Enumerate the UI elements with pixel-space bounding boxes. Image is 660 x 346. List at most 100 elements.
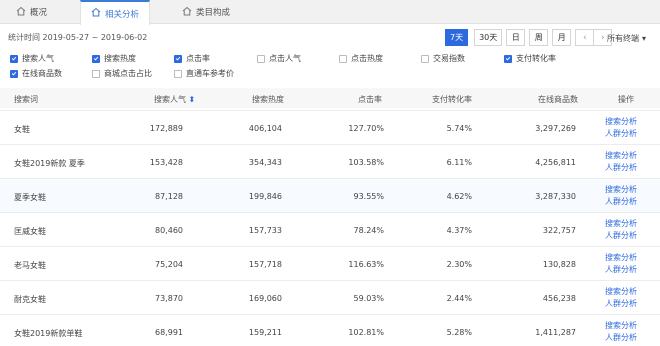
column-header-conversion[interactable]: 支付转化率 bbox=[432, 94, 472, 105]
column-header-ctr[interactable]: 点击率 bbox=[358, 94, 382, 105]
table-row: 匡威女鞋 80,460 157,733 78.24% 4.37% 322,757… bbox=[0, 212, 660, 246]
checkbox-icon[interactable] bbox=[174, 69, 182, 78]
sort-icon: ⬍ bbox=[188, 95, 196, 104]
tab-overview[interactable]: 概况 bbox=[6, 0, 57, 24]
period-month-button[interactable]: 月 bbox=[552, 29, 572, 46]
crowd-analysis-link[interactable]: 人群分析 bbox=[605, 299, 637, 309]
filter-ztc-price[interactable]: 直通车参考价 bbox=[174, 68, 234, 79]
search-analysis-link[interactable]: 搜索分析 bbox=[605, 151, 637, 161]
checkbox-icon[interactable] bbox=[421, 54, 429, 63]
cell-keyword: 耐克女鞋 bbox=[14, 295, 46, 304]
cell-online-items: 322,757 bbox=[542, 226, 576, 235]
checkbox-checked-icon[interactable] bbox=[174, 54, 182, 63]
cell-keyword: 女鞋2019新款单鞋 bbox=[14, 329, 83, 338]
filter-conversion[interactable]: 支付转化率 bbox=[504, 53, 556, 64]
cell-ctr: 103.58% bbox=[348, 158, 384, 167]
table-row: 夏季女鞋 87,128 199,846 93.55% 4.62% 3,287,3… bbox=[0, 178, 660, 212]
crowd-analysis-link[interactable]: 人群分析 bbox=[605, 163, 637, 173]
checkbox-icon[interactable] bbox=[92, 69, 100, 78]
house-icon bbox=[91, 7, 101, 20]
row-actions: 搜索分析 人群分析 bbox=[605, 219, 637, 241]
search-analysis-link[interactable]: 搜索分析 bbox=[605, 321, 637, 331]
cell-online-items: 3,297,269 bbox=[535, 124, 576, 133]
search-analysis-link[interactable]: 搜索分析 bbox=[605, 185, 637, 195]
column-header-online-items[interactable]: 在线商品数 bbox=[538, 94, 578, 105]
cell-search-popularity: 68,991 bbox=[155, 328, 183, 337]
search-analysis-link[interactable]: 搜索分析 bbox=[605, 219, 637, 229]
tab-related-analysis[interactable]: 相关分析 bbox=[80, 0, 151, 25]
checkbox-checked-icon[interactable] bbox=[10, 69, 18, 78]
cell-search-popularity: 172,889 bbox=[149, 124, 183, 133]
cell-search-popularity: 80,460 bbox=[155, 226, 183, 235]
column-header-label: 搜索人气 bbox=[154, 95, 186, 104]
filter-click-popularity[interactable]: 点击人气 bbox=[257, 53, 301, 64]
filter-label: 在线商品数 bbox=[22, 69, 62, 78]
checkbox-icon[interactable] bbox=[257, 54, 265, 63]
cell-search-heat: 199,846 bbox=[248, 192, 282, 201]
tab-label: 相关分析 bbox=[105, 9, 140, 20]
cell-ctr: 127.70% bbox=[348, 124, 384, 133]
table-row: 耐克女鞋 73,870 169,060 59.03% 2.44% 456,238… bbox=[0, 280, 660, 314]
cell-conversion: 2.44% bbox=[446, 294, 472, 303]
cell-keyword: 老马女鞋 bbox=[14, 261, 46, 270]
cell-search-heat: 159,211 bbox=[248, 328, 282, 337]
cell-keyword: 女鞋2019新款 夏季 bbox=[14, 159, 85, 168]
filter-label: 交易指数 bbox=[433, 54, 465, 63]
row-actions: 搜索分析 人群分析 bbox=[605, 185, 637, 207]
row-actions: 搜索分析 人群分析 bbox=[605, 253, 637, 275]
filter-online-items[interactable]: 在线商品数 bbox=[10, 68, 62, 79]
crowd-analysis-link[interactable]: 人群分析 bbox=[605, 231, 637, 241]
checkbox-icon[interactable] bbox=[339, 54, 347, 63]
cell-search-popularity: 87,128 bbox=[155, 192, 183, 201]
cell-search-popularity: 75,204 bbox=[155, 260, 183, 269]
cell-search-heat: 169,060 bbox=[248, 294, 282, 303]
row-actions: 搜索分析 人群分析 bbox=[605, 287, 637, 309]
crowd-analysis-link[interactable]: 人群分析 bbox=[605, 129, 637, 139]
cell-search-heat: 157,718 bbox=[248, 260, 282, 269]
checkbox-checked-icon[interactable] bbox=[10, 54, 18, 63]
cell-search-heat: 157,733 bbox=[248, 226, 282, 235]
checkbox-checked-icon[interactable] bbox=[504, 54, 512, 63]
filter-label: 支付转化率 bbox=[516, 54, 556, 63]
filter-search-heat[interactable]: 搜索热度 bbox=[92, 53, 136, 64]
tab-category-composition[interactable]: 类目构成 bbox=[172, 0, 240, 24]
filter-label: 直通车参考价 bbox=[186, 69, 234, 78]
column-header-keyword: 搜索词 bbox=[14, 95, 38, 104]
cell-conversion: 4.62% bbox=[446, 192, 472, 201]
column-header-search-heat[interactable]: 搜索热度 bbox=[252, 94, 284, 105]
tab-bar: 概况 相关分析 类目构成 bbox=[0, 0, 660, 25]
table-row: 女鞋2019新款 夏季 153,428 354,343 103.58% 6.11… bbox=[0, 144, 660, 178]
crowd-analysis-link[interactable]: 人群分析 bbox=[605, 333, 637, 343]
row-actions: 搜索分析 人群分析 bbox=[605, 117, 637, 139]
row-actions: 搜索分析 人群分析 bbox=[605, 151, 637, 173]
filter-mall-click-share[interactable]: 商城点击占比 bbox=[92, 68, 152, 79]
cell-online-items: 1,411,287 bbox=[535, 328, 576, 337]
period-day-button[interactable]: 日 bbox=[506, 29, 526, 46]
filter-label: 点击率 bbox=[186, 54, 210, 63]
cell-ctr: 93.55% bbox=[353, 192, 384, 201]
filter-trade-index[interactable]: 交易指数 bbox=[421, 53, 465, 64]
period-selector: 7天 30天 日 周 月 ‹ › bbox=[445, 29, 613, 46]
cell-search-heat: 406,104 bbox=[248, 124, 282, 133]
cell-ctr: 116.63% bbox=[348, 260, 384, 269]
prev-page-button[interactable]: ‹ bbox=[575, 29, 595, 46]
terminal-select[interactable]: 所有终端 ▾ bbox=[607, 33, 646, 44]
date-range-label: 统计时间 2019-05-27 ~ 2019-06-02 bbox=[8, 33, 148, 42]
checkbox-checked-icon[interactable] bbox=[92, 54, 100, 63]
filter-label: 点击人气 bbox=[269, 54, 301, 63]
table-row: 老马女鞋 75,204 157,718 116.63% 2.30% 130,82… bbox=[0, 246, 660, 280]
crowd-analysis-link[interactable]: 人群分析 bbox=[605, 197, 637, 207]
filter-ctr[interactable]: 点击率 bbox=[174, 53, 210, 64]
search-analysis-link[interactable]: 搜索分析 bbox=[605, 253, 637, 263]
search-analysis-link[interactable]: 搜索分析 bbox=[605, 287, 637, 297]
filter-click-heat[interactable]: 点击热度 bbox=[339, 53, 383, 64]
column-header-search-popularity[interactable]: 搜索人气 ⬍ bbox=[154, 94, 195, 105]
period-30d-button[interactable]: 30天 bbox=[474, 29, 503, 46]
search-analysis-link[interactable]: 搜索分析 bbox=[605, 117, 637, 127]
period-7d-button[interactable]: 7天 bbox=[445, 29, 469, 46]
cell-keyword: 夏季女鞋 bbox=[14, 193, 46, 202]
filter-search-popularity[interactable]: 搜索人气 bbox=[10, 53, 54, 64]
period-week-button[interactable]: 周 bbox=[529, 29, 549, 46]
crowd-analysis-link[interactable]: 人群分析 bbox=[605, 265, 637, 275]
table-header: 搜索词 搜索人气 ⬍ 搜索热度 点击率 支付转化率 在线商品数 操作 bbox=[0, 88, 660, 108]
